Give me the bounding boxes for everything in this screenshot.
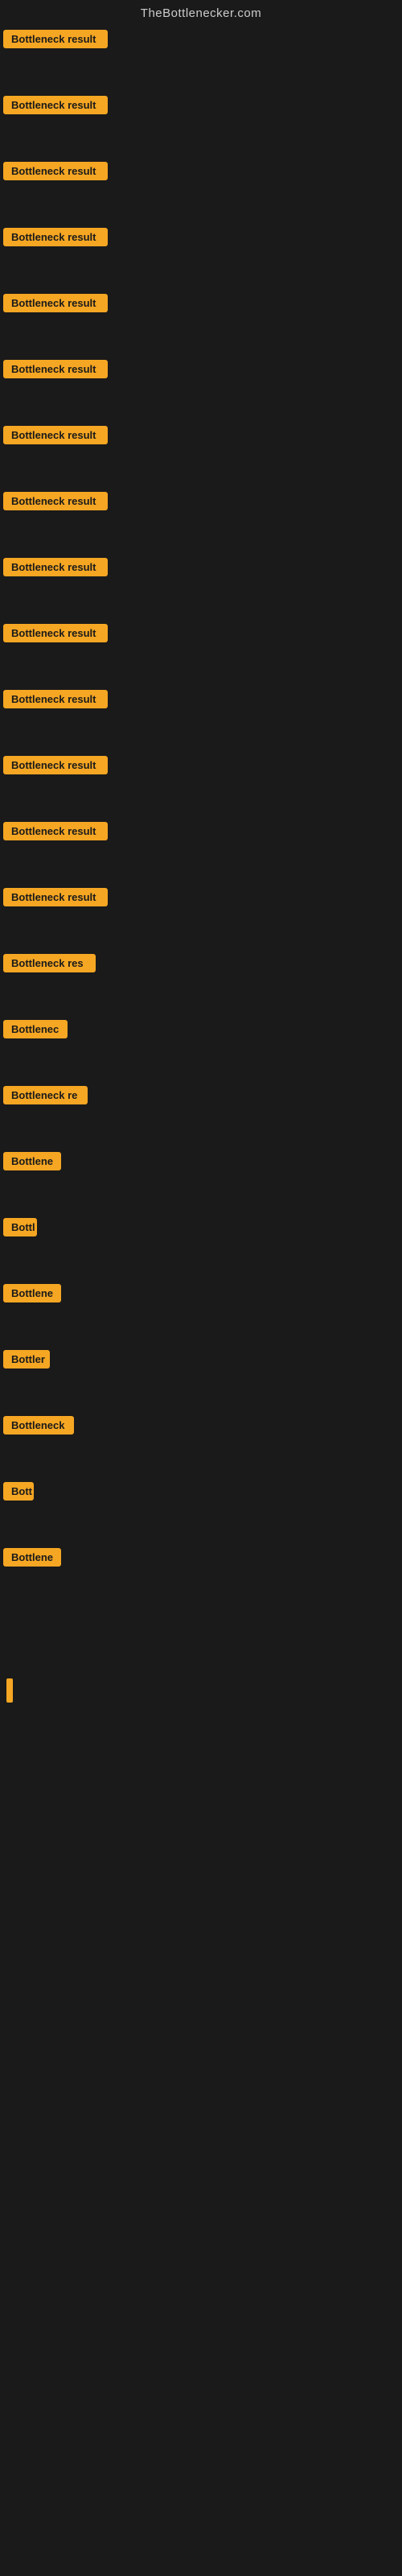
bottleneck-badge[interactable]: Bottlene [3, 1548, 61, 1567]
site-header: TheBottlenecker.com [0, 0, 402, 30]
list-item: Bottleneck result [3, 228, 399, 250]
bottleneck-badge[interactable]: Bottleneck result [3, 426, 108, 444]
list-item: Bottleneck result [3, 690, 399, 712]
list-item: Bottleneck result [3, 96, 399, 118]
bottleneck-badge[interactable]: Bottleneck result [3, 888, 108, 906]
list-item: Bottleneck result [3, 30, 399, 52]
bottleneck-badge[interactable]: Bottleneck result [3, 96, 108, 114]
list-item: Bottlene [3, 1548, 399, 1571]
list-item: Bottlene [3, 1152, 399, 1174]
bottleneck-badge[interactable]: Bottleneck result [3, 294, 108, 312]
list-item: Bottleneck result [3, 492, 399, 514]
bottleneck-badge[interactable]: Bottleneck result [3, 162, 108, 180]
bottleneck-badge[interactable]: Bottleneck result [3, 492, 108, 510]
bottleneck-badge[interactable]: Bottlene [3, 1284, 61, 1302]
list-item: Bottleneck result [3, 558, 399, 580]
list-item: Bottleneck re [3, 1086, 399, 1108]
list-item: Bottleneck result [3, 888, 399, 910]
list-item: Bottlenec [3, 1020, 399, 1042]
items-container: Bottleneck result Bottleneck result Bottle… [0, 30, 402, 2025]
bottleneck-badge[interactable]: Bottl [3, 1218, 37, 1236]
list-item: Bottleneck result [3, 624, 399, 646]
list-item: Bottlene [3, 1284, 399, 1307]
small-indicator [6, 1678, 13, 1703]
bottleneck-badge[interactable]: Bottleneck result [3, 558, 108, 576]
bottleneck-badge[interactable]: Bottleneck result [3, 822, 108, 840]
bottleneck-badge[interactable]: Bottleneck [3, 1416, 74, 1435]
list-item: Bottl [3, 1218, 399, 1241]
list-item: Bottleneck [3, 1416, 399, 1439]
bottleneck-badge[interactable]: Bottleneck result [3, 756, 108, 774]
list-item: Bottler [3, 1350, 399, 1373]
bottleneck-badge[interactable]: Bottleneck result [3, 624, 108, 642]
list-item: Bottleneck result [3, 162, 399, 184]
bottleneck-badge[interactable]: Bottlene [3, 1152, 61, 1170]
bottleneck-badge[interactable]: Bottlenec [3, 1020, 68, 1038]
list-item: Bottleneck res [3, 954, 399, 976]
list-item: Bottleneck result [3, 756, 399, 778]
list-item: Bottleneck result [3, 360, 399, 382]
list-item: Bottleneck result [3, 294, 399, 316]
bottleneck-badge[interactable]: Bottler [3, 1350, 50, 1368]
bottleneck-badge[interactable]: Bottleneck result [3, 360, 108, 378]
bottleneck-badge[interactable]: Bottleneck re [3, 1086, 88, 1104]
list-item: Bottleneck result [3, 426, 399, 448]
bottleneck-badge[interactable]: Bottleneck result [3, 690, 108, 708]
bottleneck-badge[interactable]: Bottleneck result [3, 30, 108, 48]
bottleneck-badge[interactable]: Bott [3, 1482, 34, 1501]
list-item: Bottleneck result [3, 822, 399, 844]
list-item: Bott [3, 1482, 399, 1505]
bottleneck-badge[interactable]: Bottleneck res [3, 954, 96, 972]
bottleneck-badge[interactable]: Bottleneck result [3, 228, 108, 246]
